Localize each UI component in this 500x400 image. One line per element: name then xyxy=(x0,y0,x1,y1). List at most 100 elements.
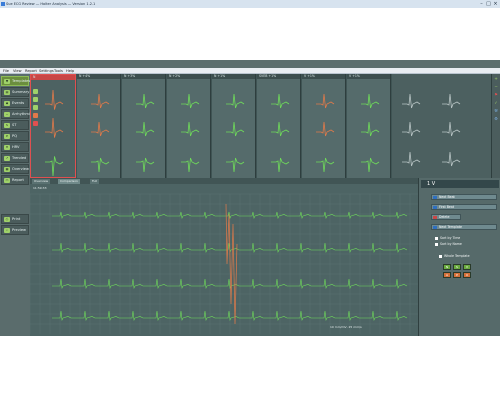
ruler-icon[interactable]: ⚒ xyxy=(493,108,499,113)
pq-icon: P xyxy=(4,134,10,139)
sort-by-time-option[interactable]: Sort by Time xyxy=(435,236,460,240)
window-title: Sue ECG Review — Holter Analysis — Versi… xyxy=(6,2,96,6)
arrhythmias-icon: ~ xyxy=(4,112,10,117)
sort-by-time-label: Sort by Time xyxy=(440,236,461,240)
nav-templates[interactable]: ▼ Templates xyxy=(1,76,31,86)
report-icon: ▭ xyxy=(4,178,10,183)
next-template-button[interactable]: Next Template xyxy=(431,224,497,230)
template-waveform xyxy=(442,151,461,167)
nav-pq[interactable]: P PQ xyxy=(1,131,29,141)
first-beat-button[interactable]: First Beat xyxy=(431,204,497,210)
template-waveforms xyxy=(45,89,461,177)
preview-icon: ⌕ xyxy=(4,228,10,233)
template-waveform xyxy=(402,121,421,137)
template-waveform xyxy=(136,157,155,173)
app-window: File View Report Settings Tools Help ▼ Te… xyxy=(0,60,500,336)
nav-label: Print xyxy=(12,217,21,221)
nav-label: Preview xyxy=(12,228,26,232)
nav-report[interactable]: ▭ Report xyxy=(1,175,29,185)
close-button[interactable]: × xyxy=(492,1,499,7)
sort-by-name-option[interactable]: Sort by Name xyxy=(435,242,462,246)
class-veb-button[interactable]: V xyxy=(463,264,471,270)
ecg-lead-trace xyxy=(52,211,408,219)
nav-print[interactable]: ⎙ Print xyxy=(1,214,29,224)
sort-by-name-checkbox[interactable] xyxy=(435,242,438,246)
hrv-icon: H xyxy=(4,145,10,150)
template-waveform xyxy=(271,121,290,137)
zoom-out-icon[interactable]: − xyxy=(493,84,499,89)
template-waveform xyxy=(45,117,64,138)
nav-preview[interactable]: ⌕ Preview xyxy=(1,225,29,235)
nav-label: Report xyxy=(12,178,24,182)
settings-icon[interactable]: ⚙ xyxy=(493,116,499,121)
ecg-strip[interactable]: 11:59:33 10 mm/mV, 25 mm/s xyxy=(30,184,418,336)
nav-hrv[interactable]: H HRV xyxy=(1,142,29,152)
ecg-strip-canvas[interactable] xyxy=(30,184,418,336)
nav-overview[interactable]: ▦ Overview xyxy=(1,164,29,174)
nav-label: Events xyxy=(12,101,25,105)
template-waveform xyxy=(91,121,110,137)
template-waveform xyxy=(181,157,200,173)
flag-icon[interactable]: ⚑ xyxy=(493,92,499,97)
maximize-button[interactable]: □ xyxy=(485,1,492,7)
minimize-button[interactable]: – xyxy=(478,1,485,7)
nav-label: PQ xyxy=(12,134,17,138)
sort-by-time-checkbox[interactable] xyxy=(435,236,438,240)
whole-template-option[interactable]: Whole Template xyxy=(439,254,470,258)
nav-summary[interactable]: ▤ Summary xyxy=(1,87,29,97)
class-sveb-button[interactable]: S xyxy=(453,264,461,270)
trended-icon: ↗ xyxy=(4,156,10,161)
template-waveform xyxy=(271,93,290,109)
next-beat-button[interactable]: Next Beat xyxy=(431,194,497,200)
template-waveform xyxy=(226,93,245,109)
template-waveform xyxy=(442,121,461,137)
zoom-in-icon[interactable]: + xyxy=(493,76,499,81)
ecg-lead-trace xyxy=(52,278,408,290)
ecg-lead-trace xyxy=(52,310,408,322)
template-waveform xyxy=(316,93,335,109)
nav-trended[interactable]: ↗ Trended xyxy=(1,153,29,163)
class-unknown-button[interactable]: U xyxy=(463,272,471,278)
nav-label: Trended xyxy=(12,156,27,160)
delete-label: Delete xyxy=(439,215,450,219)
beat-panel-header: 1 V xyxy=(421,180,499,188)
template-tool-column: + − ⚑ ✓ ⚒ ⚙ xyxy=(492,74,500,178)
template-waveform xyxy=(181,93,200,109)
nav-st[interactable]: S ST xyxy=(1,120,29,130)
class-artifact-button[interactable]: A xyxy=(443,272,451,278)
template-panel: N N +4% N +3% N +2% N +1% SVEB +1% V +1%… xyxy=(30,74,492,178)
template-waveform xyxy=(91,93,110,109)
class-pacer-button[interactable]: P xyxy=(453,272,461,278)
print-icon: ⎙ xyxy=(4,217,10,222)
next-beat-icon xyxy=(433,196,437,199)
nav-events[interactable]: ◆ Events xyxy=(1,98,29,108)
delete-button[interactable]: Delete xyxy=(431,214,461,220)
overview-icon: ▦ xyxy=(4,167,10,172)
nav-label: ST xyxy=(12,123,17,127)
sort-by-name-label: Sort by Name xyxy=(440,242,462,246)
class-normal-button[interactable]: N xyxy=(443,264,451,270)
template-waveform xyxy=(271,157,290,173)
template-waveform xyxy=(226,157,245,173)
template-waveform xyxy=(402,151,421,167)
whole-template-checkbox[interactable] xyxy=(439,254,442,258)
template-waveform xyxy=(361,93,380,109)
nav-arrhythmias[interactable]: ~ Arrhythmias xyxy=(1,109,34,119)
first-beat-icon xyxy=(433,206,437,209)
events-icon: ◆ xyxy=(4,101,10,106)
beat-panel: 1 V Next Beat First Beat Delete Next Tem… xyxy=(418,178,500,336)
template-waveform xyxy=(136,121,155,137)
delete-icon xyxy=(433,216,437,219)
check-icon[interactable]: ✓ xyxy=(493,100,499,105)
template-waveform xyxy=(45,156,64,177)
next-template-label: Next Template xyxy=(439,225,462,229)
template-waveform xyxy=(91,157,110,173)
title-bar: Sue ECG Review — Holter Analysis — Versi… xyxy=(0,0,500,8)
left-navigation: ▼ Templates ▤ Summary ◆ Events ~ Arrhythmias… xyxy=(0,74,34,336)
app-icon xyxy=(1,2,5,6)
nav-label: HRV xyxy=(12,145,20,149)
template-waveform xyxy=(316,157,335,173)
strip-time: 11:59:33 xyxy=(33,186,47,190)
nav-label: Templates xyxy=(12,79,31,83)
templates-icon: ▼ xyxy=(4,79,10,84)
